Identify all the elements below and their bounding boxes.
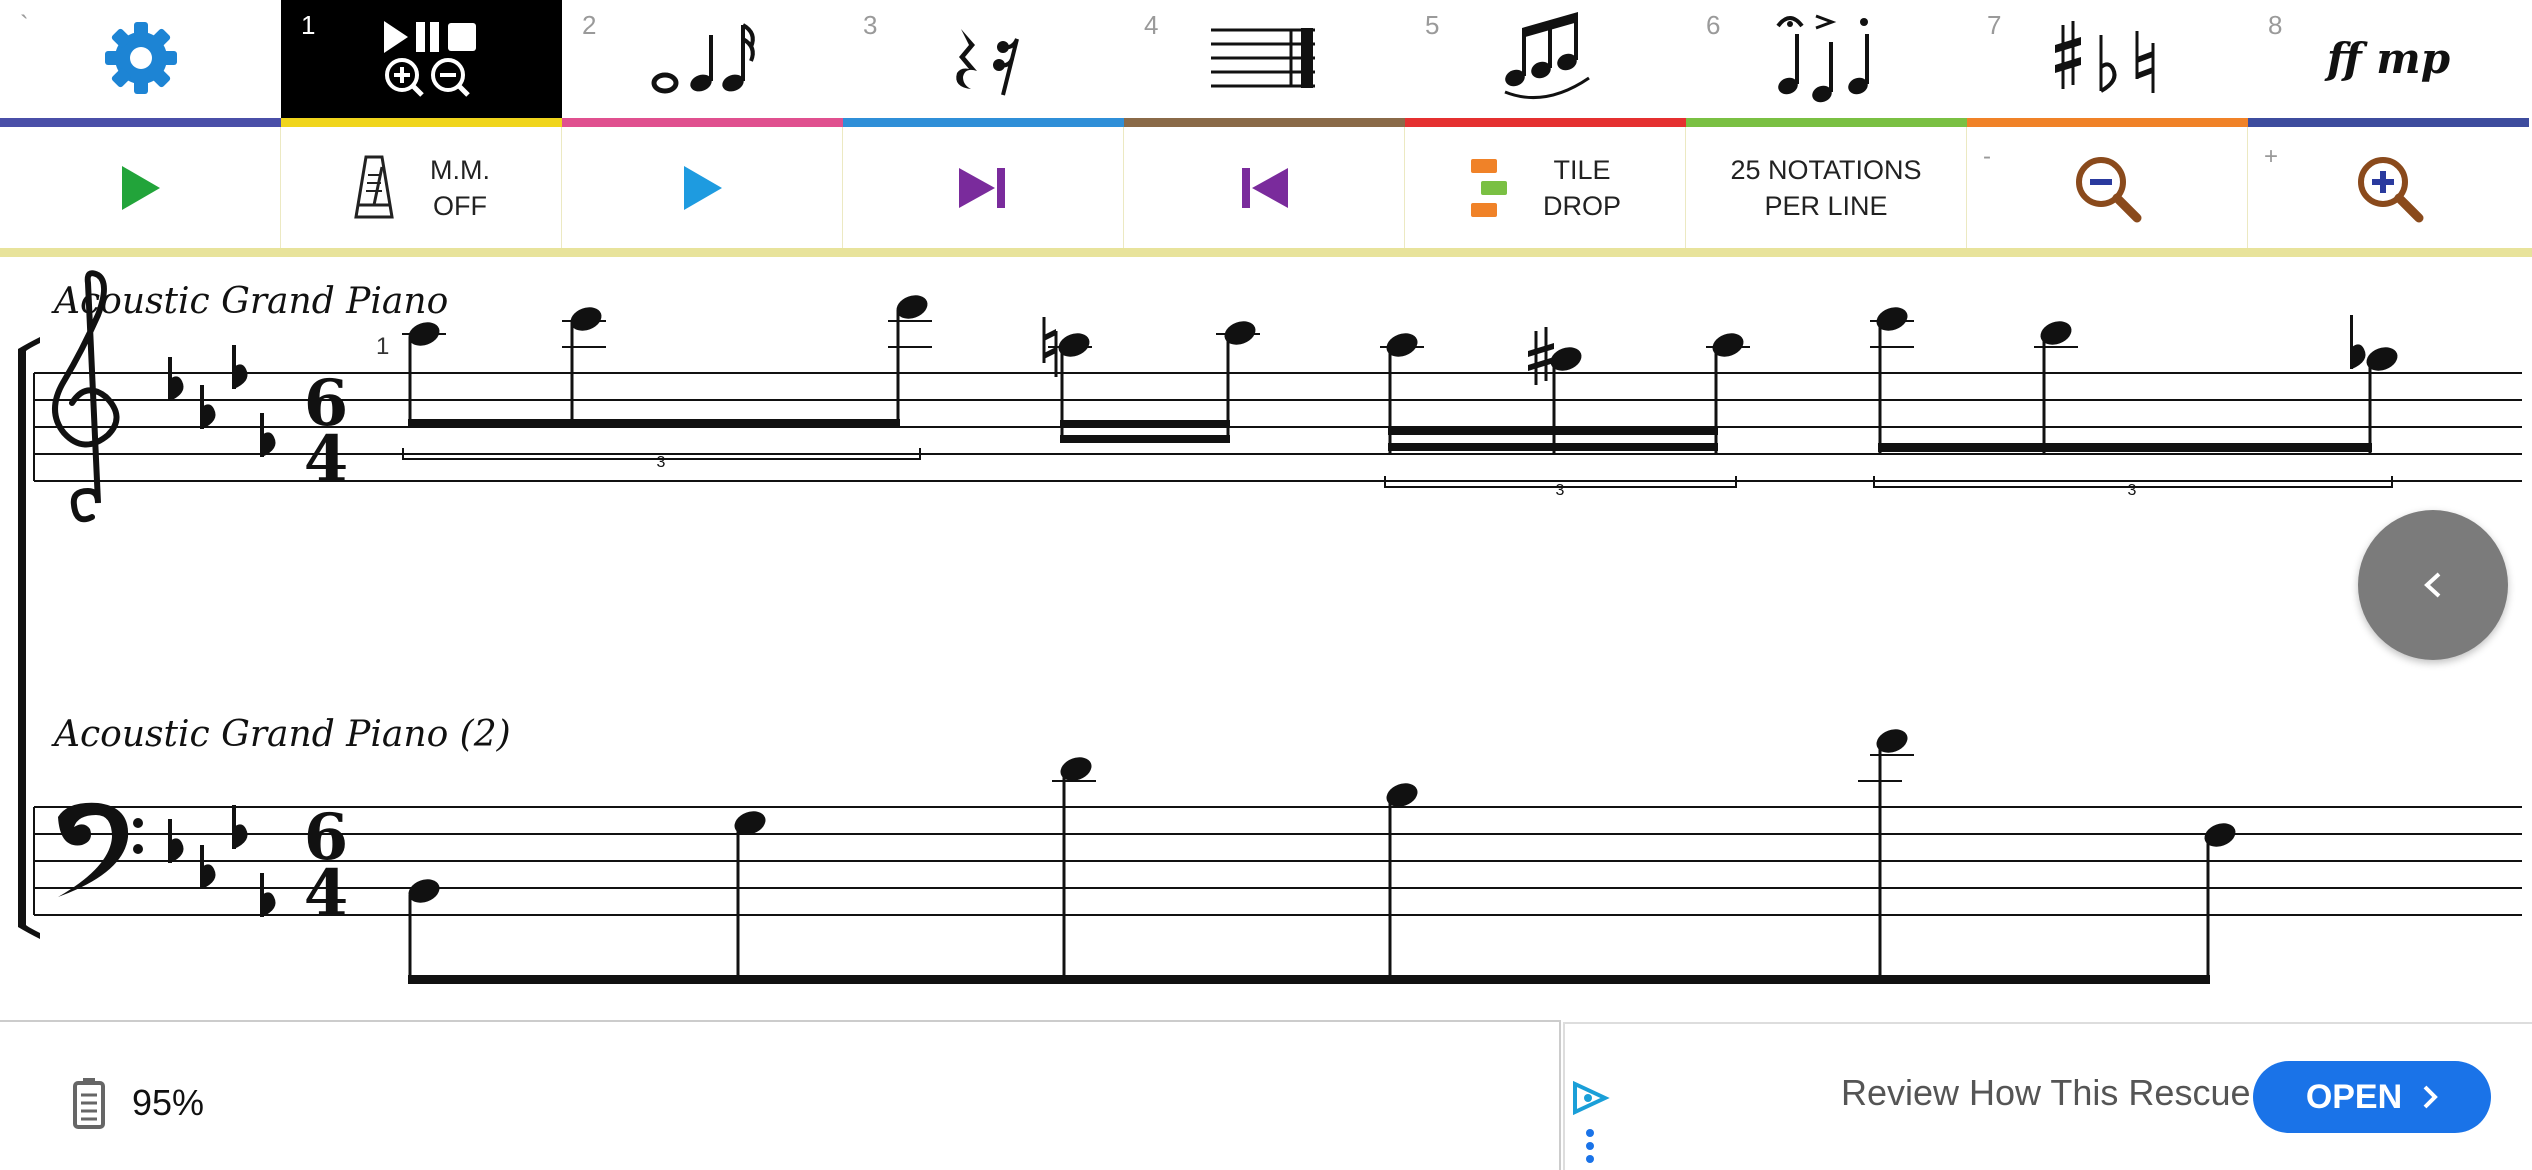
rests-icon — [955, 29, 1019, 96]
measure-number: 1 — [376, 333, 389, 360]
accidentals-icon — [2054, 21, 2154, 93]
zoom-out-hint: - — [1983, 143, 1991, 170]
dynamics-icon: ff mp — [2326, 33, 2451, 83]
beamed-notes-icon — [1503, 12, 1590, 99]
articulations-icon — [1775, 14, 1869, 103]
tab-accidentals[interactable]: 7 — [1967, 0, 2248, 127]
more-options-icon[interactable] — [1583, 1128, 1597, 1164]
notations-per-line-button[interactable]: 25 NOTATIONS PER LINE — [1686, 127, 1967, 248]
gear-icon — [104, 22, 177, 94]
battery-icon — [73, 1078, 105, 1129]
note-durations-icon — [651, 23, 755, 94]
play-icon — [122, 165, 160, 210]
tab-settings[interactable]: ` — [0, 0, 281, 127]
skip-forward-button[interactable] — [843, 127, 1124, 248]
treble-clef — [52, 270, 120, 523]
staff-1 — [33, 372, 2522, 482]
notations-count-label: 25 NOTATIONS — [1730, 154, 1922, 185]
tool-tabs: ` 1 2 3 4 5 6 7 8 ff mp — [0, 0, 2532, 127]
tuplet-number: 3 — [1556, 482, 1565, 499]
metronome-label: M.M. — [430, 154, 490, 185]
skip-back-icon — [1242, 167, 1288, 208]
zoom-out-button[interactable]: - — [1967, 127, 2248, 248]
skip-back-button[interactable] — [1124, 127, 1405, 248]
ad-choices-icon — [1573, 1080, 1610, 1116]
note-group — [1380, 327, 1750, 453]
chevron-left-icon — [2424, 572, 2441, 598]
metronome-button[interactable]: M.M. OFF — [281, 127, 562, 248]
status-bar: 95% — [0, 1020, 1561, 1170]
ad-open-button[interactable]: OPEN — [2253, 1061, 2491, 1133]
tab-transport[interactable]: 1 — [281, 0, 562, 127]
battery-level: 95% — [132, 1082, 205, 1123]
metronome-icon — [354, 155, 394, 218]
metronome-state: OFF — [433, 190, 487, 221]
time-signature-bottom: 4 — [304, 422, 349, 497]
per-line-label: PER LINE — [1764, 190, 1888, 221]
time-signature-bottom: 4 — [304, 856, 349, 931]
ad-open-label: OPEN — [2305, 1077, 2403, 1116]
ad-banner[interactable]: Review How This Rescue OPEN — [1563, 1022, 2532, 1170]
skip-forward-icon — [959, 167, 1005, 208]
transport-zoom-icon — [383, 21, 476, 97]
ad-headline: Review How This Rescue — [1841, 1072, 2251, 1113]
tab-beamed-notes[interactable]: 5 — [1405, 0, 1686, 127]
tile-drop-button[interactable]: TILE DROP — [1405, 127, 1686, 248]
tile-label: TILE — [1553, 154, 1611, 185]
playback-controls: M.M. OFF TILE DROP 25 NOTATIONS PER LINE… — [0, 127, 2532, 257]
tab-articulations[interactable]: 6 — [1686, 0, 1967, 127]
note-group — [402, 295, 932, 428]
tab-note-durations[interactable]: 2 — [562, 0, 843, 127]
staff-2 — [33, 806, 2522, 916]
bass-clef — [58, 802, 143, 897]
tab-dynamics[interactable]: 8 ff mp — [2248, 0, 2529, 127]
tab-barlines[interactable]: 4 — [1124, 0, 1405, 127]
note-group — [1870, 307, 2398, 453]
zoom-in-icon — [2357, 156, 2423, 222]
chevron-right-icon — [2423, 1085, 2439, 1109]
tab-rests[interactable]: 3 — [843, 0, 1124, 127]
score-area[interactable]: Acoustic Grand Piano Acoustic Grand Pian… — [0, 257, 2532, 1017]
note-group — [1042, 317, 1260, 443]
drop-label: DROP — [1542, 190, 1621, 221]
score-notation: 6 4 1 3 3 3 6 4 — [18, 270, 2522, 984]
collapse-panel-button[interactable] — [2358, 510, 2508, 660]
play-button[interactable] — [0, 127, 281, 248]
zoom-in-button[interactable]: + — [2248, 127, 2529, 248]
tuplet-number: 3 — [2128, 482, 2137, 499]
tuplet-number: 3 — [657, 454, 666, 471]
play-from-selection-button[interactable] — [562, 127, 843, 248]
barlines-icon — [1210, 28, 1315, 88]
zoom-in-hint: + — [2264, 143, 2279, 170]
tile-drop-icon — [1470, 158, 1507, 217]
note-group — [408, 729, 2236, 984]
play-icon — [684, 165, 722, 210]
zoom-out-icon — [2076, 156, 2142, 222]
